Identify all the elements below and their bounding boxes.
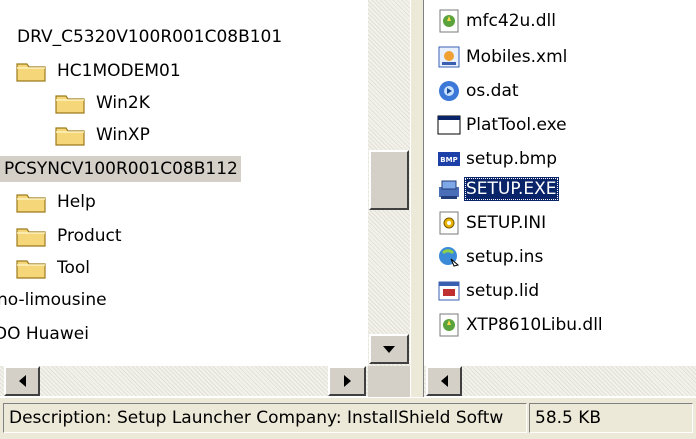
arrow-right-icon xyxy=(343,375,351,387)
folder-icon xyxy=(55,92,85,114)
tree-item-pcsync[interactable]: PCSYNCV100R001C08B112 xyxy=(0,152,241,185)
file-item-xtp8610libu-dll[interactable]: XTP8610Libu.dll xyxy=(437,308,605,341)
bmp-icon: BMP xyxy=(438,151,460,166)
tree-item-label: Product xyxy=(57,225,122,246)
arrow-down-icon xyxy=(383,345,395,353)
dll-icon xyxy=(439,9,459,32)
file-item-setup-ini[interactable]: SETUP.INI xyxy=(437,206,548,239)
folder-icon xyxy=(55,124,85,146)
tree-item-hc1modem01[interactable]: HC1MODEM01 xyxy=(16,54,184,87)
file-item-label: setup.bmp xyxy=(466,148,558,169)
folder-icon xyxy=(16,191,46,213)
file-item-label: PlatTool.exe xyxy=(466,114,567,135)
tree-item-label: WinXP xyxy=(96,124,150,145)
file-item-setup-ins[interactable]: setup.ins xyxy=(437,240,545,273)
pane-splitter[interactable] xyxy=(410,0,424,397)
file-item-label: setup.ins xyxy=(466,246,544,267)
folder-tree-pane[interactable]: DRV_C5320V100R001C08B101 HC1MODEM01 Win2… xyxy=(0,0,410,397)
tree-item-label: PCSYNCV100R001C08B112 xyxy=(0,155,241,182)
xml-icon xyxy=(438,46,460,67)
scroll-left-button[interactable] xyxy=(4,366,40,396)
file-item-setup-bmp[interactable]: BMP setup.bmp xyxy=(437,142,559,175)
arrow-left-icon xyxy=(440,375,448,387)
tree-item-no-limousine[interactable]: no-limousine xyxy=(0,283,110,316)
file-item-plattool-exe[interactable]: PlatTool.exe xyxy=(437,108,569,141)
tree-scrollbar-thumb[interactable] xyxy=(369,150,409,210)
file-item-setup-exe[interactable]: SETUP.EXE xyxy=(437,172,559,205)
folder-icon xyxy=(16,225,46,247)
tree-item-help[interactable]: Help xyxy=(16,185,99,218)
tree-item-huawei[interactable]: DO Huawei xyxy=(0,317,92,350)
file-item-mfc42u-dll[interactable]: mfc42u.dll xyxy=(437,4,558,37)
tree-item-label: DRV_C5320V100R001C08B101 xyxy=(17,26,283,47)
ins-icon xyxy=(439,246,460,267)
tree-item-label: HC1MODEM01 xyxy=(57,60,181,81)
installer-exe-icon xyxy=(439,180,459,199)
svg-text:BMP: BMP xyxy=(440,156,457,164)
scroll-right-button[interactable] xyxy=(328,366,366,396)
file-item-label: os.dat xyxy=(466,80,519,101)
tree-item-tool[interactable]: Tool xyxy=(16,251,93,284)
file-item-mobiles-xml[interactable]: Mobiles.xml xyxy=(437,40,569,73)
file-item-os-dat[interactable]: os.dat xyxy=(437,74,521,107)
file-item-label: Mobiles.xml xyxy=(466,46,568,67)
folder-icon xyxy=(16,60,46,82)
arrow-left-icon xyxy=(18,375,26,387)
file-item-label: setup.lid xyxy=(466,280,540,301)
exe-window-icon xyxy=(437,115,461,134)
ini-icon xyxy=(439,211,459,234)
tree-item-label: Tool xyxy=(57,257,91,278)
file-scroll-left-button[interactable] xyxy=(426,366,462,396)
file-item-label: SETUP.INI xyxy=(466,212,547,233)
file-horizontal-scrollbar[interactable] xyxy=(424,366,696,396)
tree-item-label: no-limousine xyxy=(0,289,107,310)
tree-item-win2k[interactable]: Win2K xyxy=(55,86,153,119)
file-item-label: SETUP.EXE xyxy=(464,176,559,201)
file-item-label: XTP8610Libu.dll xyxy=(466,314,603,335)
file-item-setup-lid[interactable]: setup.lid xyxy=(437,274,541,307)
scrollbar-corner xyxy=(368,366,410,397)
status-bar: Description: Setup Launcher Company: Ins… xyxy=(0,397,696,439)
tree-item-label: DO Huawei xyxy=(0,323,89,344)
status-description: Description: Setup Launcher Company: Ins… xyxy=(3,403,527,433)
status-file-size: 58.5 KB xyxy=(529,403,693,433)
tree-item-label: Help xyxy=(57,191,96,212)
lid-icon xyxy=(438,281,460,300)
scroll-down-button[interactable] xyxy=(369,334,409,364)
tree-item-product[interactable]: Product xyxy=(16,219,125,252)
folder-icon xyxy=(16,257,46,279)
tree-item-winxp[interactable]: WinXP xyxy=(55,118,153,151)
dll-icon xyxy=(439,313,459,336)
tree-item-drv-c5320[interactable]: DRV_C5320V100R001C08B101 xyxy=(14,20,285,53)
file-item-label: mfc42u.dll xyxy=(466,10,556,31)
tree-item-label: Win2K xyxy=(96,92,150,113)
tree-horizontal-scrollbar[interactable] xyxy=(0,366,368,396)
dat-icon xyxy=(439,80,459,101)
